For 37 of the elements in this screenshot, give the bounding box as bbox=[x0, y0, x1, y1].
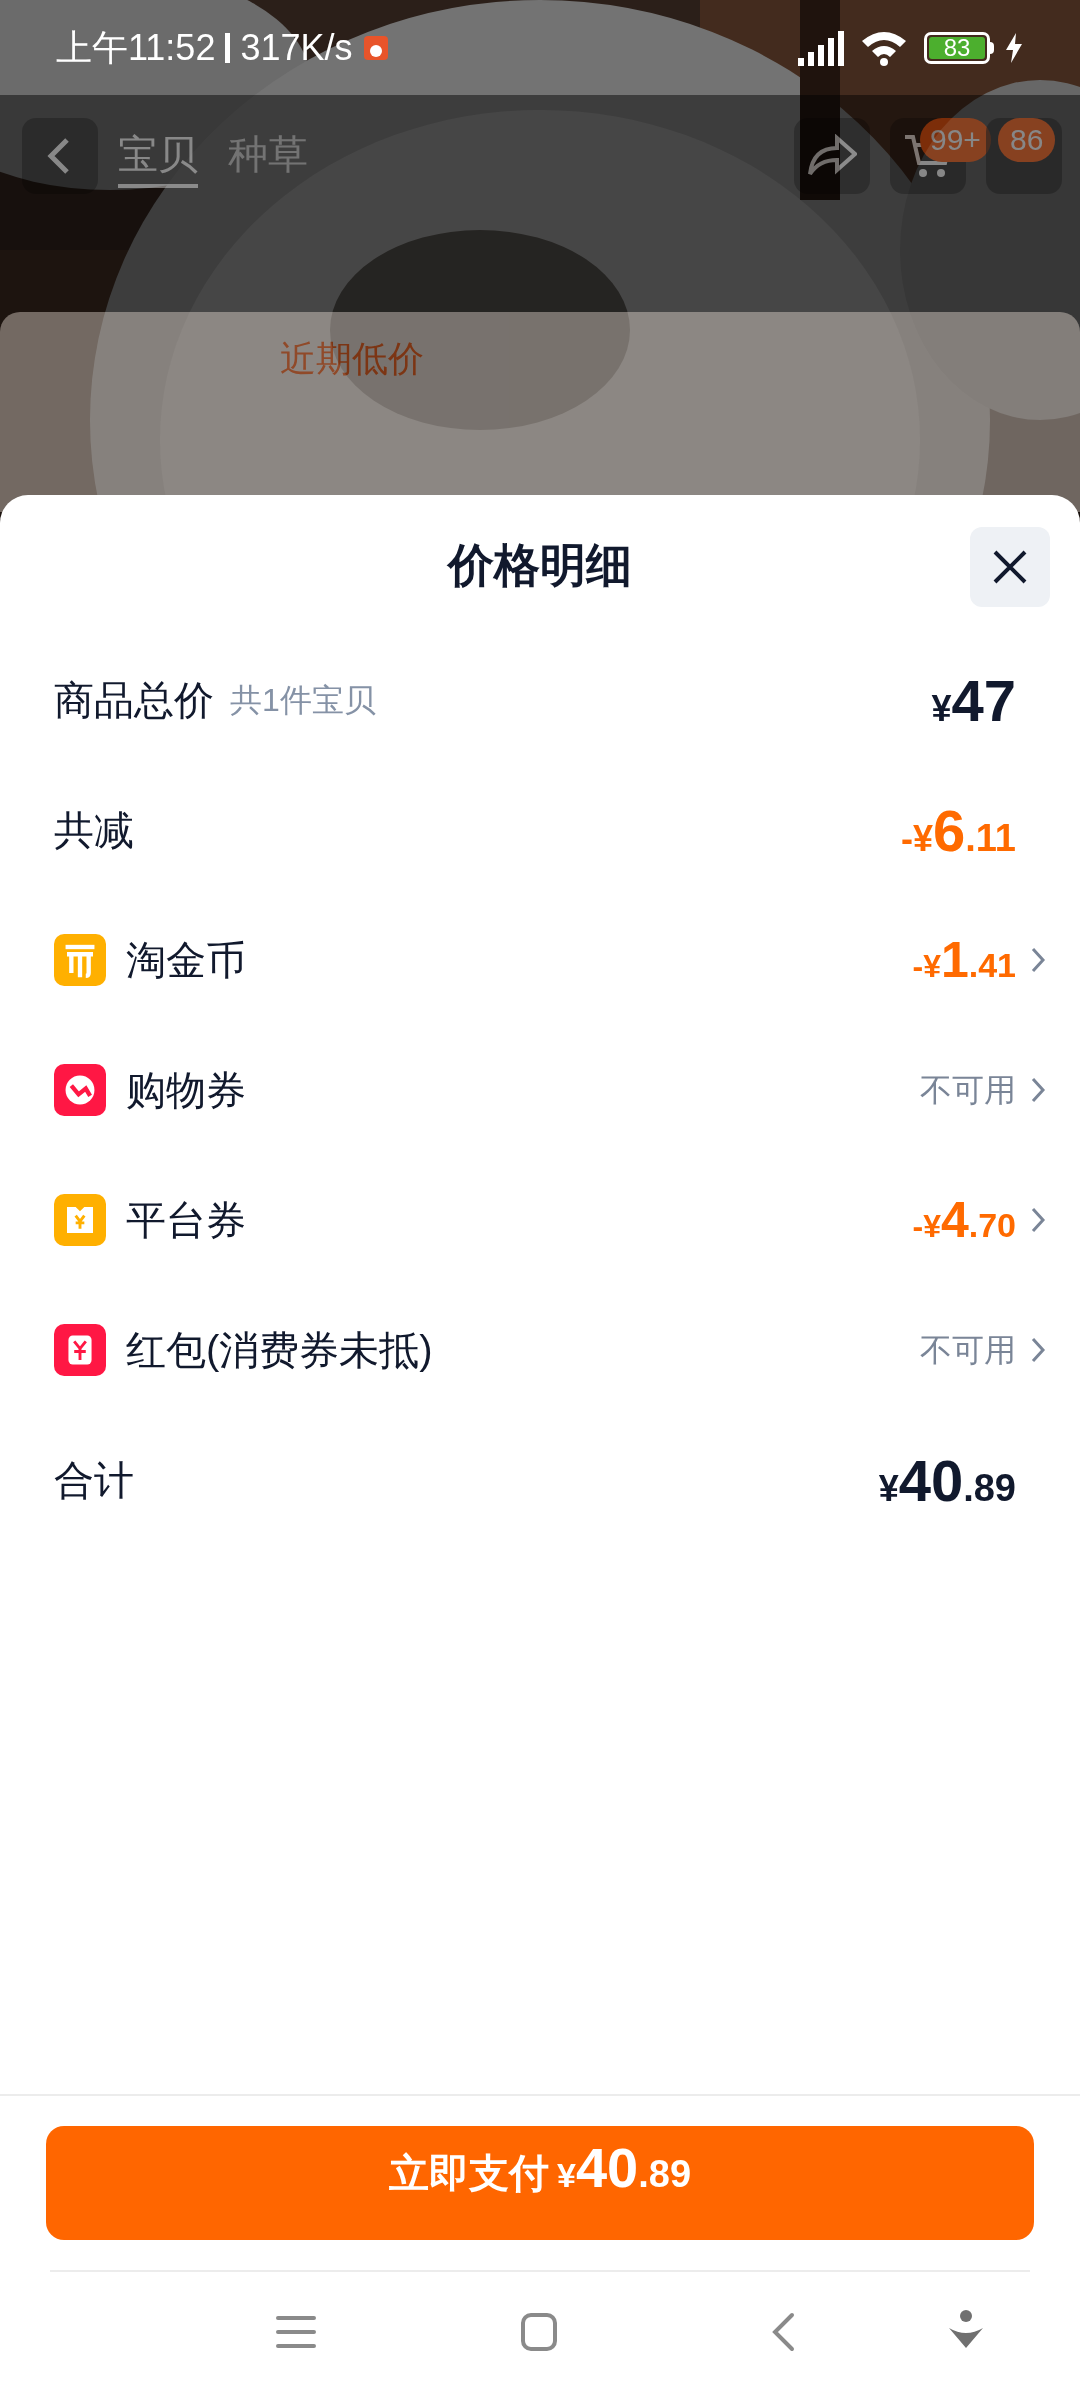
back-button[interactable] bbox=[22, 118, 98, 194]
price-trend-label: 近期低价 bbox=[280, 337, 424, 381]
unavailable-status: 不可用 bbox=[920, 1071, 1016, 1110]
separator-bar bbox=[225, 32, 231, 63]
item-count: 共1件宝贝 bbox=[230, 681, 376, 720]
share-button[interactable] bbox=[794, 118, 870, 194]
price-amount: ¥47 bbox=[931, 666, 1016, 735]
row-label: 共减 bbox=[54, 807, 134, 854]
sheet-title: 价格明细 bbox=[448, 537, 632, 593]
assistant-icon bbox=[948, 2310, 984, 2350]
row-label: 商品总价 bbox=[54, 677, 214, 724]
discount-amount: -¥1.41 bbox=[912, 930, 1016, 990]
discount-amount: -¥4.70 bbox=[912, 1190, 1016, 1250]
menu-icon bbox=[276, 2314, 316, 2350]
row-label: 平台券 bbox=[126, 1197, 246, 1244]
chevron-right-icon[interactable] bbox=[1030, 1076, 1046, 1104]
chevron-right-icon[interactable] bbox=[1030, 1206, 1046, 1234]
share-icon bbox=[807, 134, 857, 178]
pay-now-button[interactable]: 立即支付 ¥40.89 bbox=[46, 2126, 1034, 2240]
back-icon bbox=[770, 2312, 796, 2352]
close-icon bbox=[992, 549, 1028, 585]
unavailable-status: 不可用 bbox=[920, 1331, 1016, 1370]
row-label: 红包(消费券未抵) bbox=[126, 1327, 433, 1374]
status-time: 上午11:52 bbox=[56, 25, 216, 70]
chevron-right-icon[interactable] bbox=[1030, 946, 1046, 974]
message-badge: 86 bbox=[998, 118, 1056, 162]
row-label: 淘金币 bbox=[126, 937, 246, 984]
charging-icon bbox=[1004, 31, 1024, 64]
price-amount: ¥40.89 bbox=[878, 1446, 1016, 1515]
row-label: 合计 bbox=[54, 1457, 134, 1504]
more-button[interactable] bbox=[986, 118, 1062, 194]
page-tab[interactable]: 宝贝 bbox=[118, 124, 198, 188]
home-icon bbox=[520, 2312, 558, 2352]
discount-amount: -¥6.11 bbox=[901, 796, 1016, 865]
close-button[interactable] bbox=[970, 527, 1050, 607]
chevron-right-icon[interactable] bbox=[1030, 1336, 1046, 1364]
row-label: 购物券 bbox=[126, 1067, 246, 1114]
